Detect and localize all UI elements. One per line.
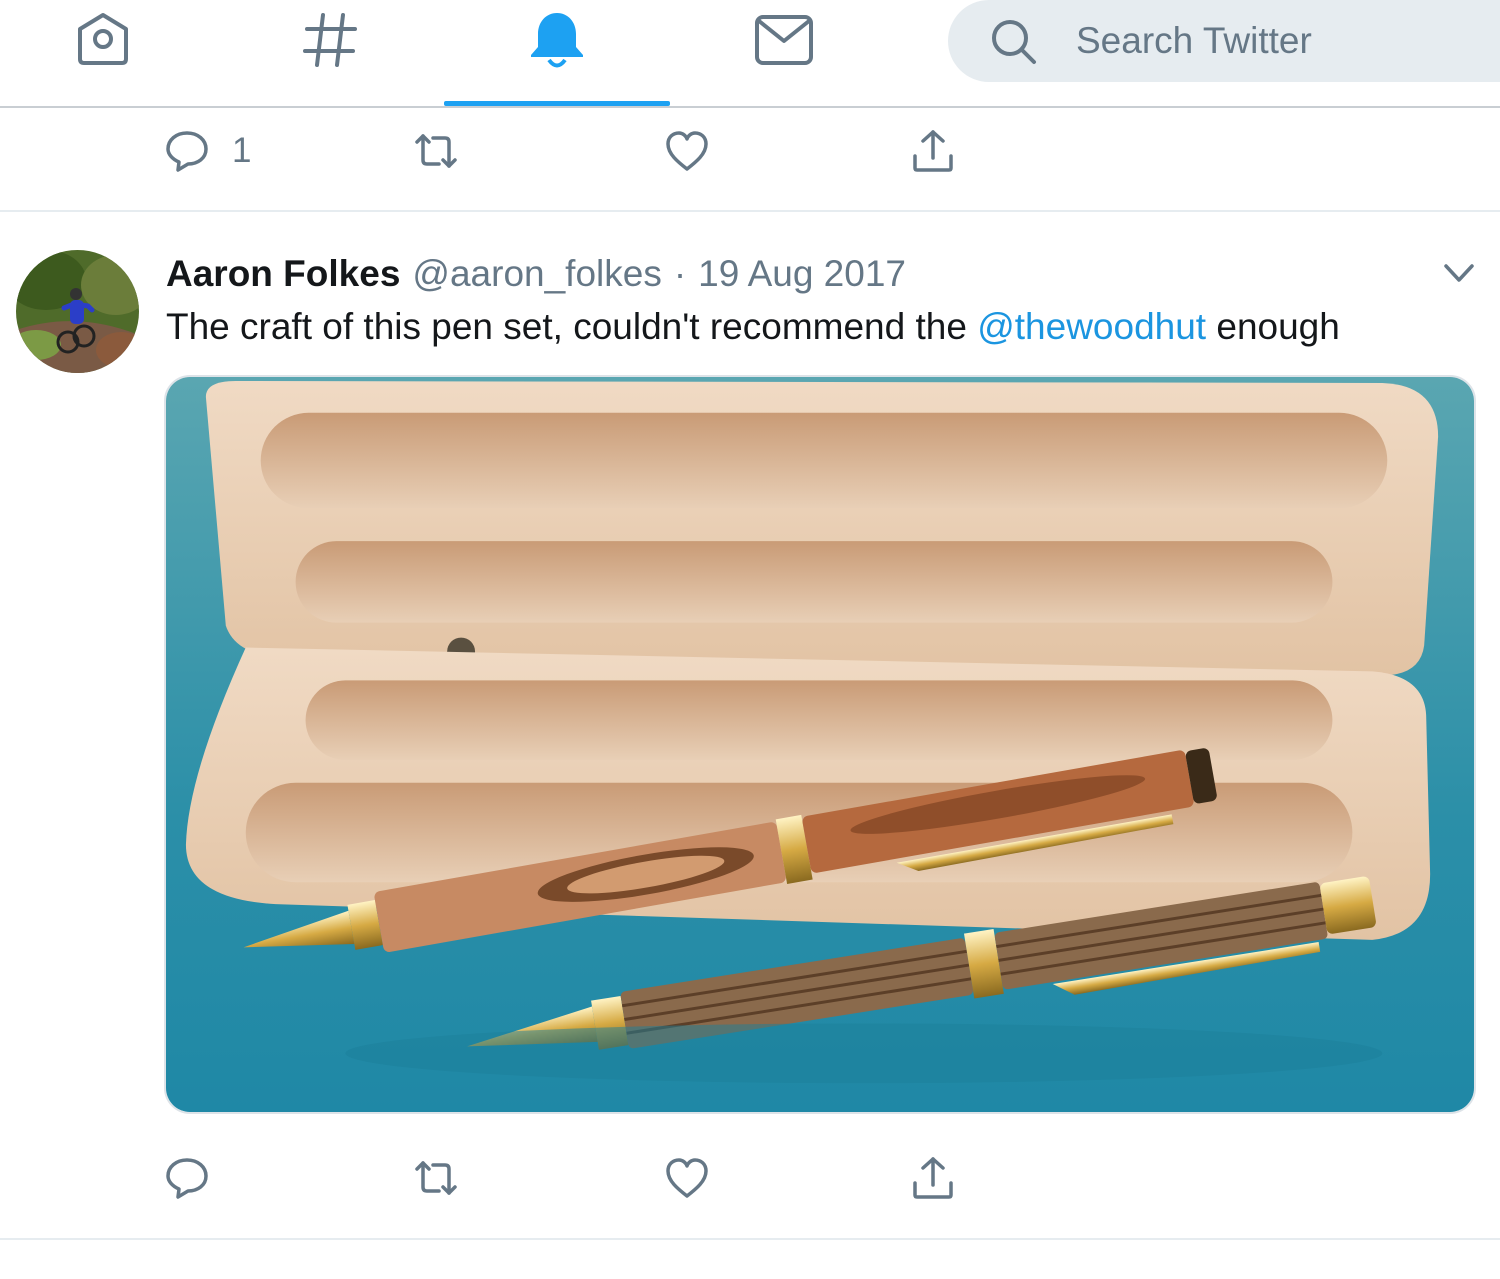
reply-icon bbox=[166, 131, 208, 172]
tab-messages[interactable] bbox=[671, 0, 897, 106]
reply-count: 1 bbox=[232, 131, 252, 170]
tweet-text-end: enough bbox=[1206, 306, 1340, 347]
heart-icon bbox=[666, 1158, 708, 1198]
tab-home[interactable] bbox=[0, 0, 216, 106]
reply-icon bbox=[166, 1158, 208, 1199]
reply-button[interactable]: 1 bbox=[164, 103, 251, 199]
share-icon bbox=[913, 130, 953, 172]
reply-button[interactable] bbox=[164, 1130, 210, 1226]
separator-dot: · bbox=[673, 253, 687, 294]
tweet-divider bbox=[0, 210, 1500, 212]
retweet-icon bbox=[415, 134, 457, 168]
search-icon bbox=[992, 20, 1036, 64]
search-box[interactable] bbox=[948, 0, 1500, 82]
heart-icon bbox=[666, 131, 708, 171]
top-navigation bbox=[0, 0, 1500, 108]
tweet-actions bbox=[0, 1130, 1500, 1226]
author-handle[interactable]: @aaron_folkes bbox=[412, 253, 661, 295]
author-name[interactable]: Aaron Folkes bbox=[166, 253, 400, 295]
home-icon bbox=[78, 13, 128, 65]
like-button[interactable] bbox=[664, 103, 710, 199]
share-button[interactable] bbox=[910, 103, 956, 199]
tab-explore[interactable] bbox=[217, 0, 443, 106]
mention-link[interactable]: @thewoodhut bbox=[977, 306, 1206, 347]
search-input[interactable] bbox=[1076, 14, 1476, 68]
messages-envelope-icon bbox=[755, 15, 813, 65]
tweet-text: The craft of this pen set, couldn't reco… bbox=[166, 303, 1340, 351]
notifications-bell-icon bbox=[531, 13, 583, 68]
retweet-button[interactable] bbox=[413, 1130, 459, 1226]
tab-notifications[interactable] bbox=[444, 0, 670, 106]
tweet-header: Aaron Folkes @aaron_folkes · 19 Aug 2017 bbox=[166, 250, 906, 298]
tweet-media-image[interactable] bbox=[164, 375, 1476, 1114]
tweet-text-start: The craft of this pen set, couldn't reco… bbox=[166, 306, 978, 347]
previous-tweet-actions: 1 bbox=[0, 103, 1500, 199]
share-button[interactable] bbox=[910, 1130, 956, 1226]
tweet-divider bbox=[0, 1238, 1500, 1240]
avatar-image bbox=[16, 250, 139, 373]
chevron-down-icon bbox=[1444, 264, 1474, 282]
tweet-menu-button[interactable] bbox=[1438, 256, 1480, 292]
explore-hash-icon bbox=[303, 13, 357, 67]
retweet-icon bbox=[415, 1161, 457, 1195]
avatar[interactable] bbox=[16, 250, 139, 373]
share-icon bbox=[913, 1157, 953, 1199]
tweet-date[interactable]: 19 Aug 2017 bbox=[698, 253, 906, 295]
pen-case-photo bbox=[166, 377, 1474, 1112]
like-button[interactable] bbox=[664, 1130, 710, 1226]
retweet-button[interactable] bbox=[413, 103, 459, 199]
